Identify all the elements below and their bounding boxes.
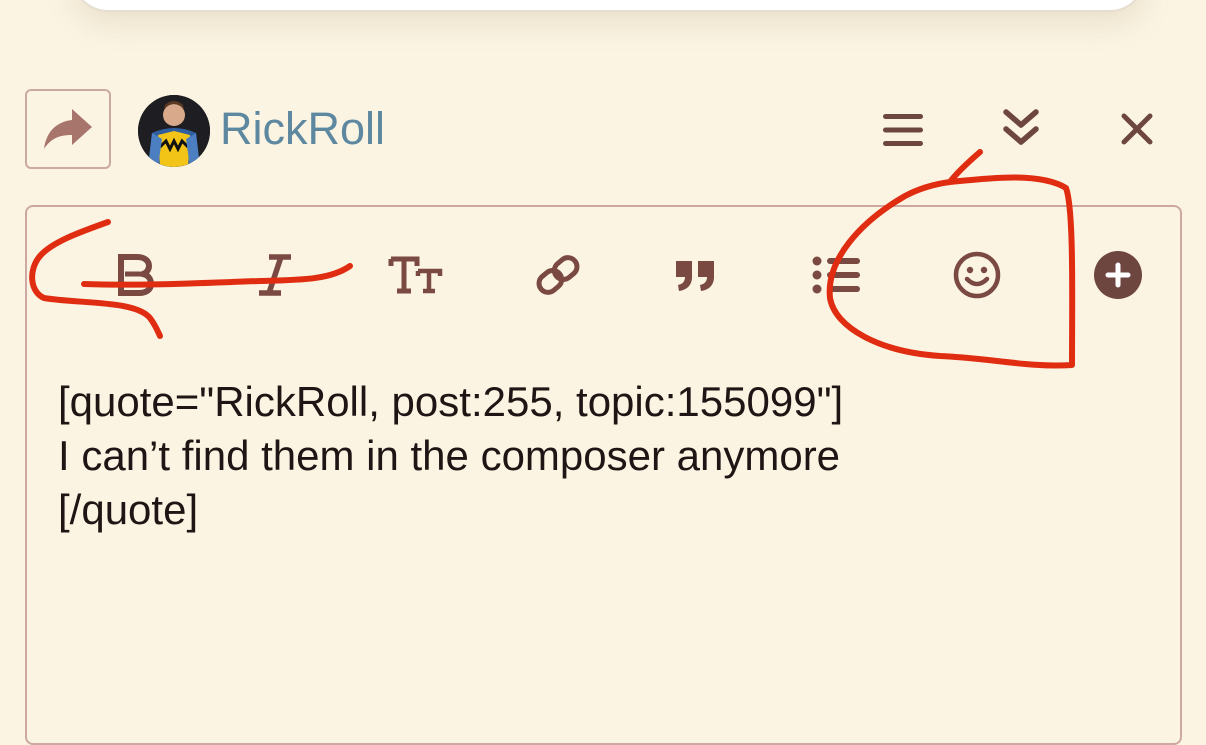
heading-button[interactable] (381, 240, 451, 310)
link-icon (536, 255, 580, 295)
italic-icon (259, 254, 291, 296)
username[interactable]: RickRoll (220, 103, 385, 155)
reply-to-button[interactable] (25, 89, 111, 169)
smiley-icon (953, 251, 1001, 299)
editor-text[interactable]: [quote="RickRoll, post:255, topic:155099… (58, 375, 1158, 537)
quote-button[interactable] (661, 240, 731, 310)
quote-icon (676, 261, 714, 291)
bullet-list-icon (812, 256, 860, 294)
plus-circle-icon (1094, 251, 1142, 299)
editor-line: [/quote] (58, 486, 199, 533)
text-size-icon (388, 256, 443, 294)
emoji-button[interactable] (942, 240, 1012, 310)
share-arrow-icon (44, 109, 92, 149)
list-button[interactable] (802, 240, 872, 310)
hamburger-menu-icon[interactable] (878, 108, 928, 152)
collapse-chevrons-icon[interactable] (996, 104, 1046, 154)
editor-line: I can’t find them in the composer anymor… (58, 432, 841, 479)
top-search-panel (72, 0, 1146, 12)
bold-icon (118, 254, 155, 296)
link-button[interactable] (523, 240, 593, 310)
bold-button[interactable] (100, 240, 170, 310)
more-options-button[interactable] (1083, 240, 1153, 310)
italic-button[interactable] (240, 240, 310, 310)
avatar[interactable] (138, 95, 210, 167)
close-icon[interactable] (1114, 106, 1160, 152)
editor-line: [quote="RickRoll, post:255, topic:155099… (58, 378, 844, 425)
